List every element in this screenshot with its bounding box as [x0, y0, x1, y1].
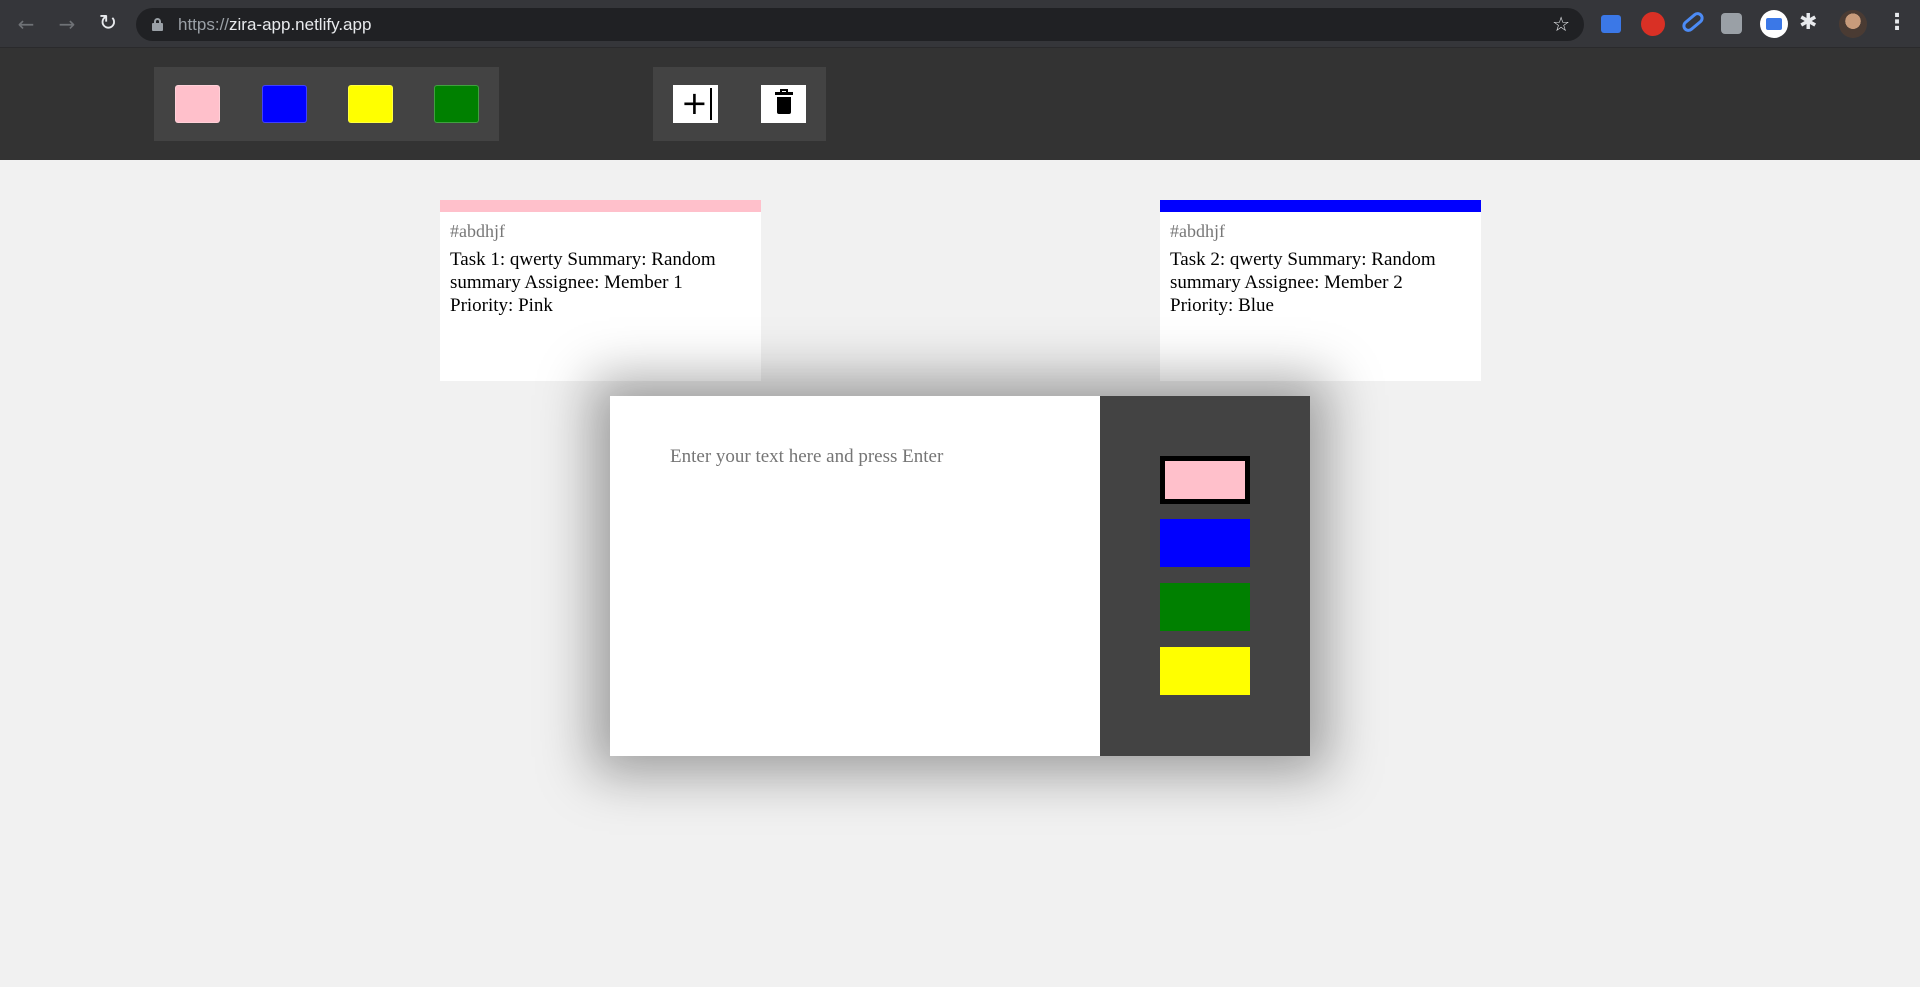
ticket-color-strip[interactable]	[1160, 200, 1481, 212]
priority-option-green[interactable]	[1160, 583, 1250, 631]
priority-option-yellow[interactable]	[1160, 647, 1250, 695]
arrow-right-icon[interactable]: →	[55, 12, 79, 36]
extension-adblock-icon[interactable]	[1641, 12, 1665, 36]
filter-color-yellow[interactable]	[348, 85, 393, 123]
priority-color-panel	[1100, 396, 1310, 756]
text-cursor	[710, 88, 712, 120]
modal-text-area-container	[610, 396, 1100, 756]
ticket-text[interactable]: Task 1: qwerty Summary: Random summary A…	[450, 248, 750, 317]
ticket-card[interactable]: #abdhjf Task 1: qwerty Summary: Random s…	[440, 200, 761, 381]
url-scheme: https://	[178, 15, 230, 34]
create-ticket-modal	[610, 396, 1310, 756]
avatar[interactable]	[1839, 10, 1867, 38]
app-toolbar: +	[0, 48, 1920, 160]
url-text[interactable]: https://zira-app.netlify.app	[178, 15, 371, 35]
extension-link-icon[interactable]	[1679, 9, 1707, 36]
url-host: zira-app.netlify.app	[229, 15, 372, 34]
priority-option-blue[interactable]	[1160, 519, 1250, 567]
reload-icon[interactable]: ↻	[96, 12, 120, 36]
arrow-left-icon[interactable]: ←	[14, 12, 38, 36]
extension-k-icon[interactable]	[1721, 13, 1742, 34]
browser-toolbar: ← → ↻ https://zira-app.netlify.app ☆ ✱ ⋮	[0, 0, 1920, 48]
action-button-group: +	[653, 67, 826, 141]
ticket-text[interactable]: Task 2: qwerty Summary: Random summary A…	[1170, 248, 1470, 317]
delete-ticket-button[interactable]	[761, 85, 806, 123]
puzzle-icon[interactable]: ✱	[1799, 10, 1817, 35]
filter-color-green[interactable]	[434, 85, 479, 123]
extension-translate-icon[interactable]	[1601, 15, 1621, 33]
ticket-card[interactable]: #abdhjf Task 2: qwerty Summary: Random s…	[1160, 200, 1481, 381]
ticket-id: #abdhjf	[1170, 221, 1225, 241]
priority-option-pink[interactable]	[1160, 456, 1250, 504]
add-ticket-button[interactable]: +	[673, 85, 718, 123]
ticket-text-input[interactable]	[670, 446, 1080, 726]
ticket-color-strip[interactable]	[440, 200, 761, 212]
lock-icon[interactable]	[152, 18, 163, 31]
filter-color-pink[interactable]	[175, 85, 220, 123]
star-icon[interactable]: ☆	[1552, 12, 1570, 36]
ticket-id: #abdhjf	[450, 221, 505, 241]
address-bar[interactable]: https://zira-app.netlify.app ☆	[136, 8, 1584, 41]
color-filter-group	[154, 67, 499, 141]
extension-window-icon[interactable]	[1760, 10, 1788, 38]
plus-icon: +	[681, 84, 708, 122]
filter-color-blue[interactable]	[262, 85, 307, 123]
kebab-menu-icon[interactable]: ⋮	[1886, 10, 1908, 35]
